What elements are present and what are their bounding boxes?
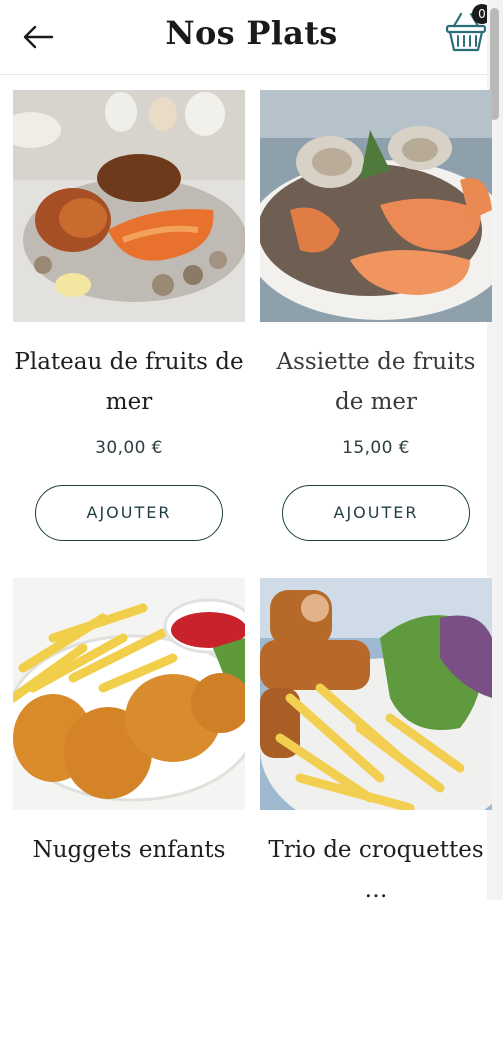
app-header: Nos Plats 0 — [0, 0, 492, 75]
product-price: 15,00 € — [342, 438, 410, 458]
product-name: Trio de croquettes … — [268, 837, 484, 903]
product-card: Trio de croquettes … — [260, 578, 492, 1048]
page-title: Nos Plats — [165, 14, 338, 52]
croquettes-fries-photo[interactable] — [260, 578, 492, 810]
product-name: Nuggets enfants — [32, 837, 226, 863]
product-name: Plateau de fruits de mer — [14, 349, 244, 415]
product-card: Nuggets enfants — [13, 578, 245, 1048]
seafood-plate-photo[interactable] — [260, 90, 492, 322]
product-card: Assiette de fruits de mer 15,00 € AJOUTE… — [260, 90, 492, 560]
add-to-cart-button[interactable]: AJOUTER — [282, 485, 470, 541]
nuggets-fries-photo[interactable] — [13, 578, 245, 810]
add-to-cart-button[interactable]: AJOUTER — [35, 485, 223, 541]
product-card: Plateau de fruits de mer 30,00 € AJOUTER — [13, 90, 245, 560]
product-name: Assiette de fruits de mer — [276, 349, 476, 415]
seafood-platter-photo[interactable] — [13, 90, 245, 322]
product-price: 30,00 € — [95, 438, 163, 458]
